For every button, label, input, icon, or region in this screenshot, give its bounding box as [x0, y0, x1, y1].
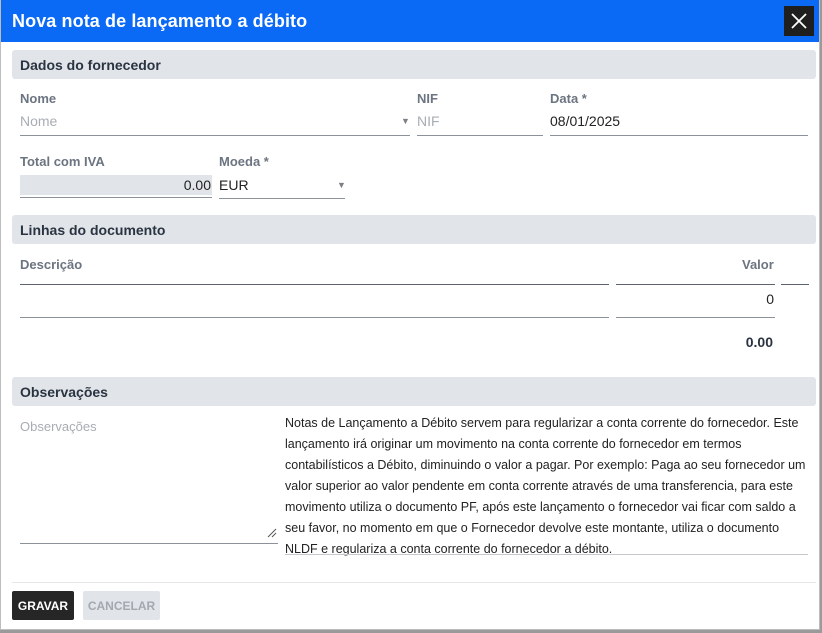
observations-placeholder: Observações [20, 419, 97, 434]
section-lines-header: Linhas do documento [12, 215, 816, 244]
dialog-titlebar: Nova nota de lançamento a débito [1, 0, 819, 42]
line-description-input[interactable] [20, 288, 609, 318]
line-value-underline [616, 317, 775, 318]
save-button[interactable]: GRAVAR [12, 591, 74, 620]
nif-label: NIF [417, 91, 438, 106]
name-underline [20, 135, 410, 136]
name-placeholder: Nome [20, 113, 58, 129]
name-label: Nome [20, 91, 57, 106]
lines-header-underline-actions [781, 284, 809, 285]
currency-underline [219, 198, 345, 199]
section-observations-header: Observações [12, 377, 816, 406]
nif-underline [417, 135, 543, 136]
total-value: 0.00 [183, 177, 211, 193]
line-value: 0 [766, 291, 774, 307]
date-underline [550, 135, 808, 136]
lines-header-underline [20, 284, 609, 285]
lines-total: 0.00 [745, 334, 773, 350]
info-text-underline [285, 554, 808, 555]
value-column-header: Valor [742, 257, 774, 272]
chevron-down-icon: ▼ [337, 180, 346, 190]
line-value-input[interactable]: 0 [616, 288, 775, 318]
close-button[interactable] [784, 6, 814, 36]
total-label: Total com IVA [20, 154, 105, 169]
observations-textarea[interactable]: Observações [20, 416, 278, 544]
dialog: Nova nota de lançamento a débito Dados d… [0, 0, 820, 630]
line-description-underline [20, 317, 609, 318]
date-label: Data * [550, 91, 587, 106]
footer-divider [12, 582, 816, 583]
observations-underline [20, 543, 278, 544]
name-select[interactable]: Nome ▼ [20, 108, 410, 136]
section-supplier-header: Dados do fornecedor [12, 50, 816, 79]
total-field: 0.00 [20, 175, 212, 195]
info-text: Notas de Lançamento a Débito servem para… [285, 416, 806, 556]
dialog-title: Nova nota de lançamento a débito [12, 10, 308, 31]
description-column-header: Descrição [20, 257, 83, 272]
currency-select[interactable]: EUR ▼ [219, 172, 346, 199]
cancel-button[interactable]: CANCELAR [83, 591, 160, 620]
lines-header-underline-value [616, 284, 775, 285]
nif-placeholder: NIF [417, 113, 440, 129]
currency-value: EUR [219, 177, 249, 193]
close-icon [791, 13, 807, 29]
resize-handle-icon[interactable] [267, 528, 277, 538]
nif-input[interactable]: NIF [417, 108, 543, 136]
currency-label: Moeda * [219, 154, 269, 169]
total-underline [20, 197, 212, 198]
date-value: 08/01/2025 [550, 113, 621, 129]
chevron-down-icon: ▼ [401, 116, 410, 126]
date-input[interactable]: 08/01/2025 [550, 108, 808, 136]
